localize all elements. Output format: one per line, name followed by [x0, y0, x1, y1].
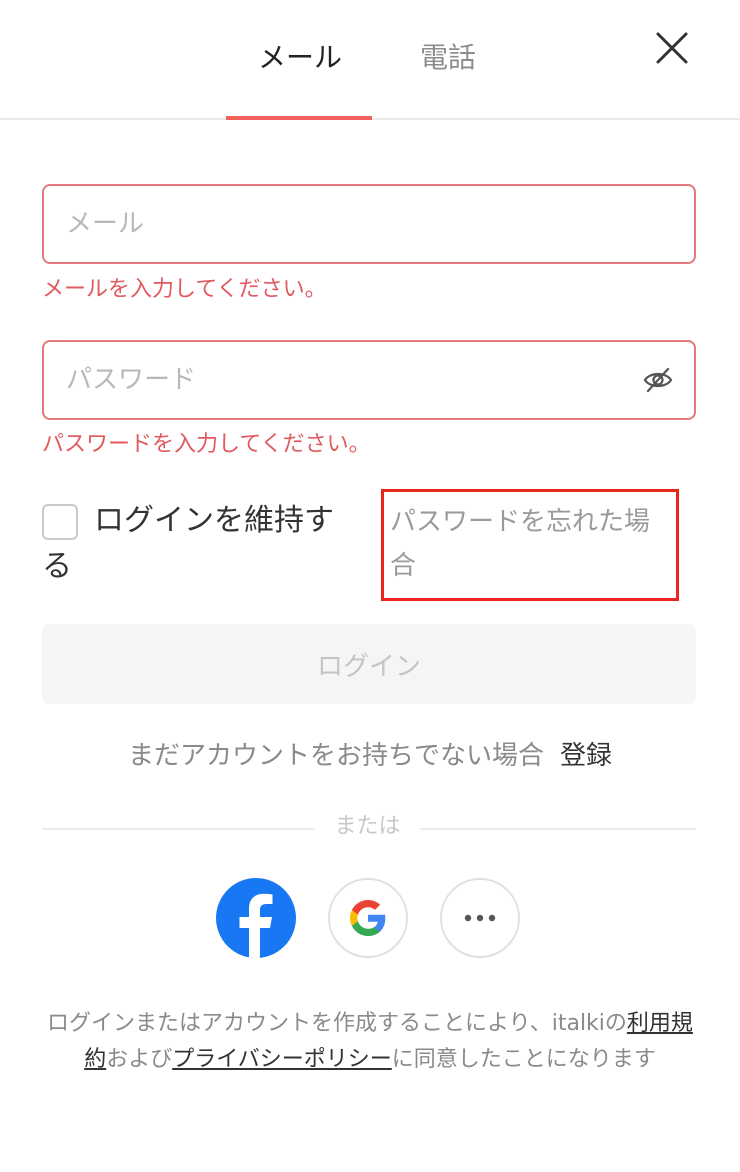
google-login-button[interactable] [328, 878, 408, 958]
email-input[interactable] [66, 186, 626, 262]
close-button[interactable] [650, 26, 694, 70]
legal-text-3: に同意したことになります [391, 1047, 656, 1072]
tab-email[interactable]: メール [258, 38, 342, 78]
legal-text-2: および [106, 1047, 173, 1072]
divider-label: または [334, 814, 401, 839]
email-field-box [42, 184, 696, 264]
login-page: メール 電話 メールを入力してください。 パスワードを入力してください。 ログイ… [0, 0, 740, 1172]
privacy-policy-link[interactable]: プライバシーポリシー [172, 1047, 392, 1072]
google-icon [350, 900, 386, 936]
close-icon [656, 32, 688, 64]
forgot-password-link[interactable]: パスワードを忘れた場合 [390, 500, 674, 588]
eye-off-icon [643, 367, 673, 393]
signup-link[interactable]: 登録 [560, 741, 612, 771]
facebook-login-button[interactable] [216, 878, 296, 958]
email-error-message: メールを入力してください。 [42, 277, 327, 302]
facebook-icon [239, 893, 273, 958]
signup-prompt: まだアカウントをお持ちでない場合 登録 [0, 736, 740, 776]
login-method-tabs: メール 電話 [0, 0, 740, 120]
legal-notice: ログインまたはアカウントを作成することにより、italkiの利用規約およびプライ… [42, 1006, 698, 1078]
more-login-options-button[interactable] [440, 878, 520, 958]
password-error-message: パスワードを入力してください。 [42, 432, 371, 457]
password-input[interactable] [66, 342, 626, 418]
more-icon [464, 914, 496, 922]
remember-me-label[interactable]: ログインを維持する [42, 498, 362, 590]
divider-line-right [420, 828, 696, 830]
toggle-password-visibility-button[interactable] [642, 364, 674, 396]
active-tab-indicator [226, 116, 372, 120]
signup-prompt-text: まだアカウントをお持ちでない場合 [127, 741, 544, 771]
legal-text-1: ログインまたはアカウントを作成することにより、italkiの [47, 1011, 627, 1036]
tab-phone[interactable]: 電話 [420, 38, 476, 78]
login-button[interactable]: ログイン [42, 624, 696, 704]
password-field-box [42, 340, 696, 420]
divider-line-left [42, 828, 315, 830]
